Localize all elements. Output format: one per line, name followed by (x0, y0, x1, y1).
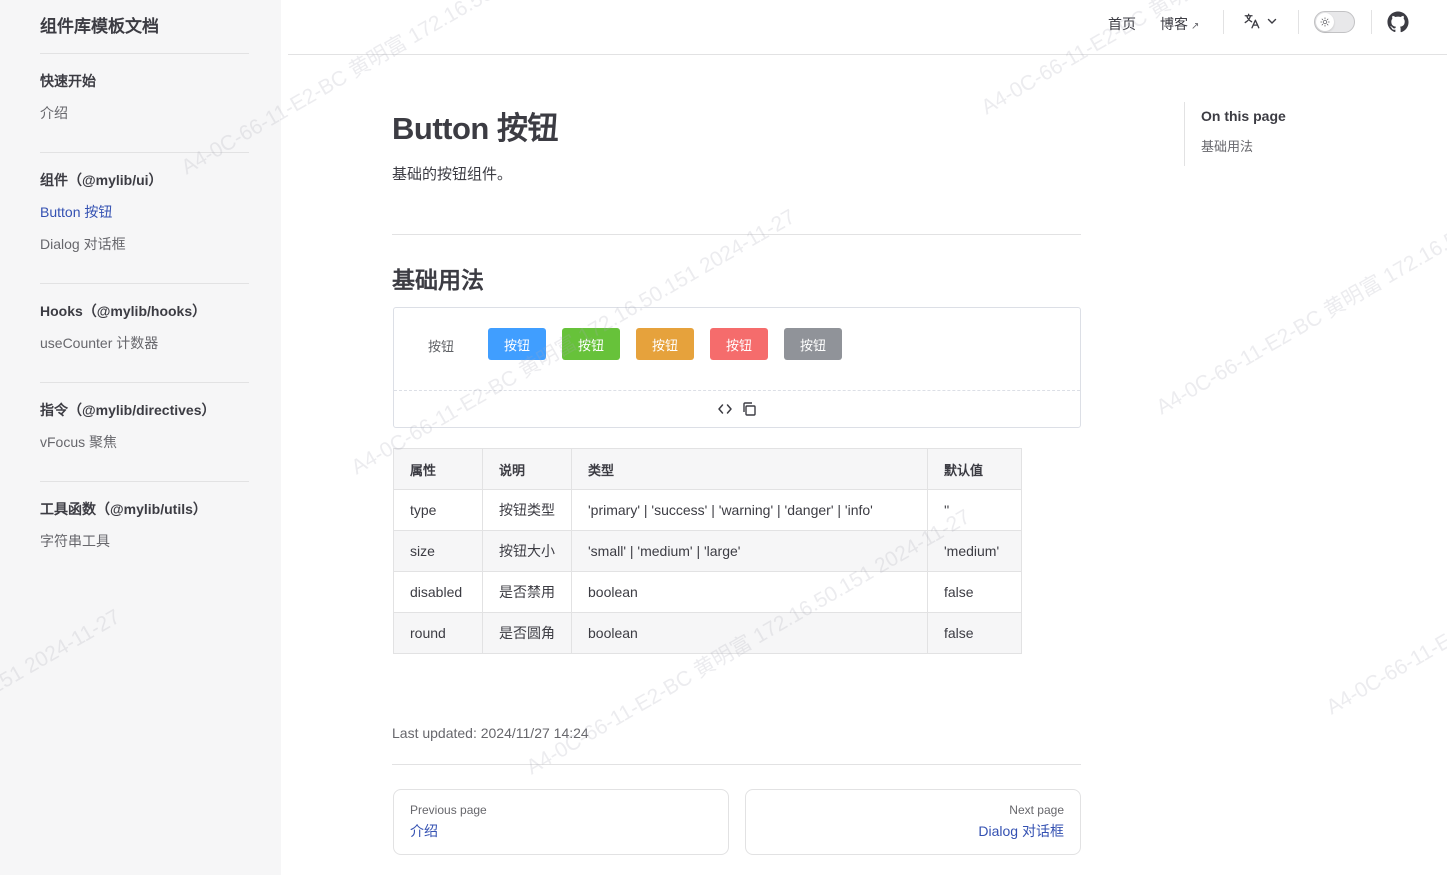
primary-button[interactable]: 按钮 (488, 328, 546, 360)
table-cell: disabled (393, 571, 483, 613)
demo-block: 按钮 按钮 按钮 按钮 按钮 按钮 (393, 307, 1081, 428)
outline-title: On this page (1201, 108, 1286, 124)
outline: On this page 基础用法 (1184, 102, 1286, 166)
prev-page-desc: Previous page (410, 803, 487, 817)
table-row: size 按钮大小 'small' | 'medium' | 'large' '… (393, 530, 1022, 572)
github-icon[interactable] (1387, 11, 1409, 33)
code-icon[interactable] (717, 401, 733, 417)
table-cell: 'medium' (927, 530, 1022, 572)
next-page-title: Dialog 对话框 (978, 823, 1064, 839)
sidebar-divider (40, 481, 249, 482)
sidebar-item-string-utils[interactable]: 字符串工具 (40, 531, 110, 551)
table-cell: boolean (571, 571, 928, 613)
demo-divider (394, 390, 1080, 391)
theme-toggle[interactable] (1314, 11, 1355, 33)
sidebar-divider (40, 152, 249, 153)
props-table: 属性 说明 类型 默认值 type 按钮类型 'primary' | 'succ… (393, 448, 1022, 654)
sidebar-group-title: Hooks（@mylib/hooks） (40, 303, 207, 319)
section-title: 基础用法 (392, 267, 484, 293)
sidebar-divider (40, 283, 249, 284)
language-switch-button[interactable] (1243, 12, 1277, 30)
chevron-down-icon (1267, 18, 1277, 24)
table-header-row: 属性 说明 类型 默认值 (393, 448, 1022, 490)
prev-page-link[interactable]: Previous page 介绍 (393, 789, 729, 855)
translate-icon (1244, 13, 1260, 29)
table-cell: 是否圆角 (482, 612, 572, 654)
nav-blog-link[interactable]: 博客 ↗ (1160, 14, 1199, 34)
table-cell: false (927, 571, 1022, 613)
table-cell: boolean (571, 612, 928, 654)
demo-label: 按钮 (428, 339, 455, 354)
sidebar-group-title: 快速开始 (40, 73, 96, 89)
content-divider (392, 764, 1081, 765)
next-page-desc: Next page (1009, 803, 1064, 817)
table-cell: false (927, 612, 1022, 654)
table-cell: 是否禁用 (482, 571, 572, 613)
sidebar-item-dialog[interactable]: Dialog 对话框 (40, 234, 126, 254)
table-header: 属性 (393, 448, 483, 490)
copy-icon[interactable] (741, 401, 757, 417)
table-cell: 按钮类型 (482, 489, 572, 531)
table-row: round 是否圆角 boolean false (393, 612, 1022, 654)
table-cell: 'primary' | 'success' | 'warning' | 'dan… (571, 489, 928, 531)
table-cell: round (393, 612, 483, 654)
sidebar-group-title: 工具函数（@mylib/utils） (40, 501, 207, 517)
table-cell: type (393, 489, 483, 531)
sidebar-divider (40, 53, 249, 54)
nav-blog-label: 博客 (1160, 16, 1188, 32)
table-cell: '' (927, 489, 1022, 531)
table-header: 默认值 (927, 448, 1022, 490)
sidebar: 组件库模板文档 快速开始 介绍 组件（@mylib/ui） Button 按钮 … (0, 0, 281, 875)
table-cell: size (393, 530, 483, 572)
table-header: 类型 (571, 448, 928, 490)
demo-toolbar (717, 401, 757, 417)
table-cell: 'small' | 'medium' | 'large' (571, 530, 928, 572)
nav-divider (1223, 10, 1224, 34)
sidebar-item-vfocus[interactable]: vFocus 聚焦 (40, 432, 117, 452)
nav-divider (1371, 10, 1372, 34)
table-cell: 按钮大小 (482, 530, 572, 572)
sidebar-divider (40, 382, 249, 383)
sidebar-item-intro[interactable]: 介绍 (40, 103, 68, 123)
watermark: A4-0C-66-11-E2-BC 黄明富 172.16.50.151 2024… (1152, 145, 1447, 420)
prev-page-title: 介绍 (410, 823, 438, 839)
success-button[interactable]: 按钮 (562, 328, 620, 360)
table-row: type 按钮类型 'primary' | 'success' | 'warni… (393, 489, 1022, 531)
page-description: 基础的按钮组件。 (392, 166, 513, 183)
theme-toggle-knob (1316, 13, 1334, 31)
table-header: 说明 (482, 448, 572, 490)
site-title[interactable]: 组件库模板文档 (40, 12, 159, 37)
watermark: A4-0C-66-11-E2-BC 黄明富 172.16.50.151 2024… (1322, 445, 1447, 720)
sidebar-group-title: 组件（@mylib/ui） (40, 172, 163, 188)
content-divider (392, 234, 1081, 235)
info-button[interactable]: 按钮 (784, 328, 842, 360)
nav-home-link[interactable]: 首页 (1108, 14, 1136, 34)
next-page-link[interactable]: Next page Dialog 对话框 (745, 789, 1081, 855)
outline-item[interactable]: 基础用法 (1201, 136, 1286, 155)
sidebar-group-title: 指令（@mylib/directives） (40, 402, 216, 418)
page-title: Button 按钮 (392, 111, 558, 146)
sidebar-item-use-counter[interactable]: useCounter 计数器 (40, 333, 158, 353)
table-row: disabled 是否禁用 boolean false (393, 571, 1022, 613)
nav-divider (1298, 10, 1299, 34)
danger-button[interactable]: 按钮 (710, 328, 768, 360)
sun-icon (1320, 17, 1330, 27)
warning-button[interactable]: 按钮 (636, 328, 694, 360)
last-updated: Last updated: 2024/11/27 14:24 (392, 725, 589, 741)
sidebar-item-button[interactable]: Button 按钮 (40, 202, 112, 222)
external-link-icon: ↗ (1191, 21, 1200, 32)
